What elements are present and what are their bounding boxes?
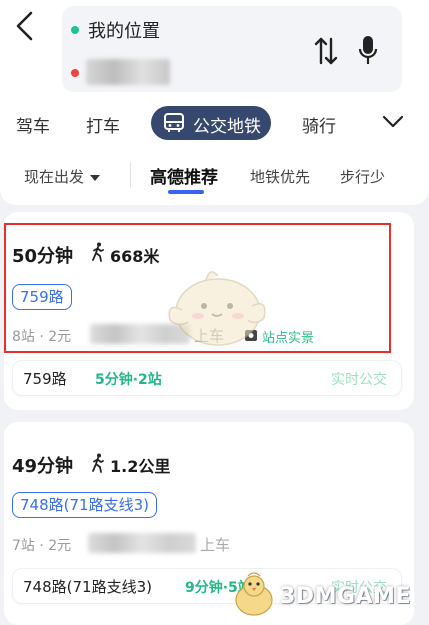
- bus-line-name: 759路: [23, 370, 67, 388]
- tab-drive[interactable]: 驾车: [16, 112, 50, 137]
- route-stops-price: 7站 · 2元: [12, 538, 72, 554]
- walk-distance: 668米: [110, 247, 160, 266]
- route-stops-price: 8站 · 2元: [12, 329, 72, 345]
- watermark-logo: 3DMGAME: [222, 570, 422, 620]
- destination-input[interactable]: [86, 59, 170, 85]
- origin-input[interactable]: 我的位置: [88, 17, 160, 43]
- boarding-stop-name: [88, 533, 196, 553]
- filter-less-walk[interactable]: 步行少: [340, 166, 385, 187]
- bus-icon: [164, 113, 184, 132]
- tab-transit[interactable]: 公交地铁: [151, 106, 271, 140]
- bus-eta: 5分钟·2站: [95, 372, 162, 388]
- caret-down-icon: [90, 174, 101, 181]
- route-line-tag: 748路(71路支线3): [12, 492, 157, 518]
- route-duration: 49分钟: [12, 456, 74, 477]
- mascot-overlay-icon: [168, 271, 266, 346]
- walk-icon: [92, 242, 104, 262]
- tab-transit-label: 公交地铁: [193, 117, 261, 137]
- walk-icon: [92, 453, 104, 473]
- active-filter-indicator: [168, 190, 204, 194]
- route-input-box: 我的位置: [62, 6, 402, 92]
- walk-distance: 1.2公里: [110, 457, 171, 476]
- route-search-header: 我的位置 驾车 打车 公交地铁 骑行 现在出发 高德推荐 地铁优先 步行少: [0, 0, 429, 205]
- destination-dot-icon: [71, 69, 79, 77]
- chevron-down-icon[interactable]: [382, 114, 404, 130]
- watermark-text: 3DMGAME: [280, 584, 411, 609]
- microphone-icon[interactable]: [358, 34, 378, 68]
- filter-recommend[interactable]: 高德推荐: [150, 163, 218, 188]
- route-line-tag: 759路: [12, 284, 72, 310]
- tab-ride[interactable]: 骑行: [302, 112, 336, 137]
- tab-taxi[interactable]: 打车: [86, 112, 120, 137]
- bus-line-name: 748路(71路支线3): [23, 578, 152, 596]
- back-icon[interactable]: [14, 10, 36, 42]
- bus-line-row[interactable]: 759路 5分钟·2站 实时公交: [12, 360, 402, 396]
- route-filter-bar: 现在出发 高德推荐 地铁优先 步行少: [0, 160, 429, 194]
- depart-time-label: 现在出发: [24, 168, 85, 186]
- filter-divider: [130, 162, 131, 188]
- realtime-bus-label: 实时公交: [331, 372, 387, 388]
- origin-dot-icon: [71, 26, 79, 34]
- filter-subway-first[interactable]: 地铁优先: [250, 166, 310, 187]
- swap-icon[interactable]: [314, 36, 338, 66]
- travel-mode-tabs: 驾车 打车 公交地铁 骑行: [0, 106, 429, 142]
- board-label: 上车: [200, 536, 231, 554]
- depart-time-dropdown[interactable]: 现在出发: [24, 166, 101, 187]
- route-duration: 50分钟: [12, 246, 74, 267]
- watermark-chick-icon: [235, 572, 273, 616]
